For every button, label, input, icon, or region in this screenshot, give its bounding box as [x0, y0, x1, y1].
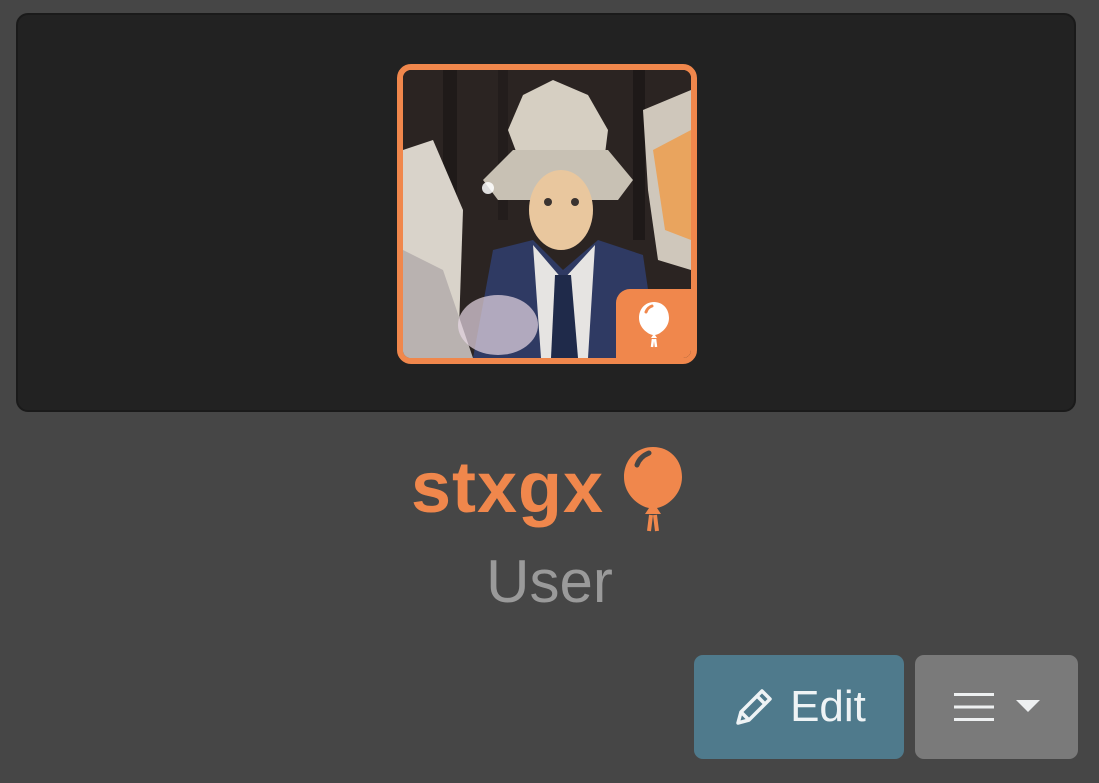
user-role: User	[486, 548, 613, 615]
caret-down-icon	[1015, 700, 1040, 712]
pencil-icon	[736, 689, 772, 725]
hamburger-icon	[953, 693, 994, 721]
avatar[interactable]	[397, 64, 697, 364]
balloon-icon	[624, 447, 683, 532]
edit-profile-button[interactable]: Edit	[694, 655, 904, 759]
balloon-badge	[616, 289, 691, 358]
profile-menu-button[interactable]	[915, 655, 1078, 759]
balloon-icon	[639, 302, 669, 348]
edit-button-label: Edit	[790, 682, 866, 731]
username: stxgx	[410, 448, 605, 528]
username-row: stxgx	[0, 438, 1099, 538]
